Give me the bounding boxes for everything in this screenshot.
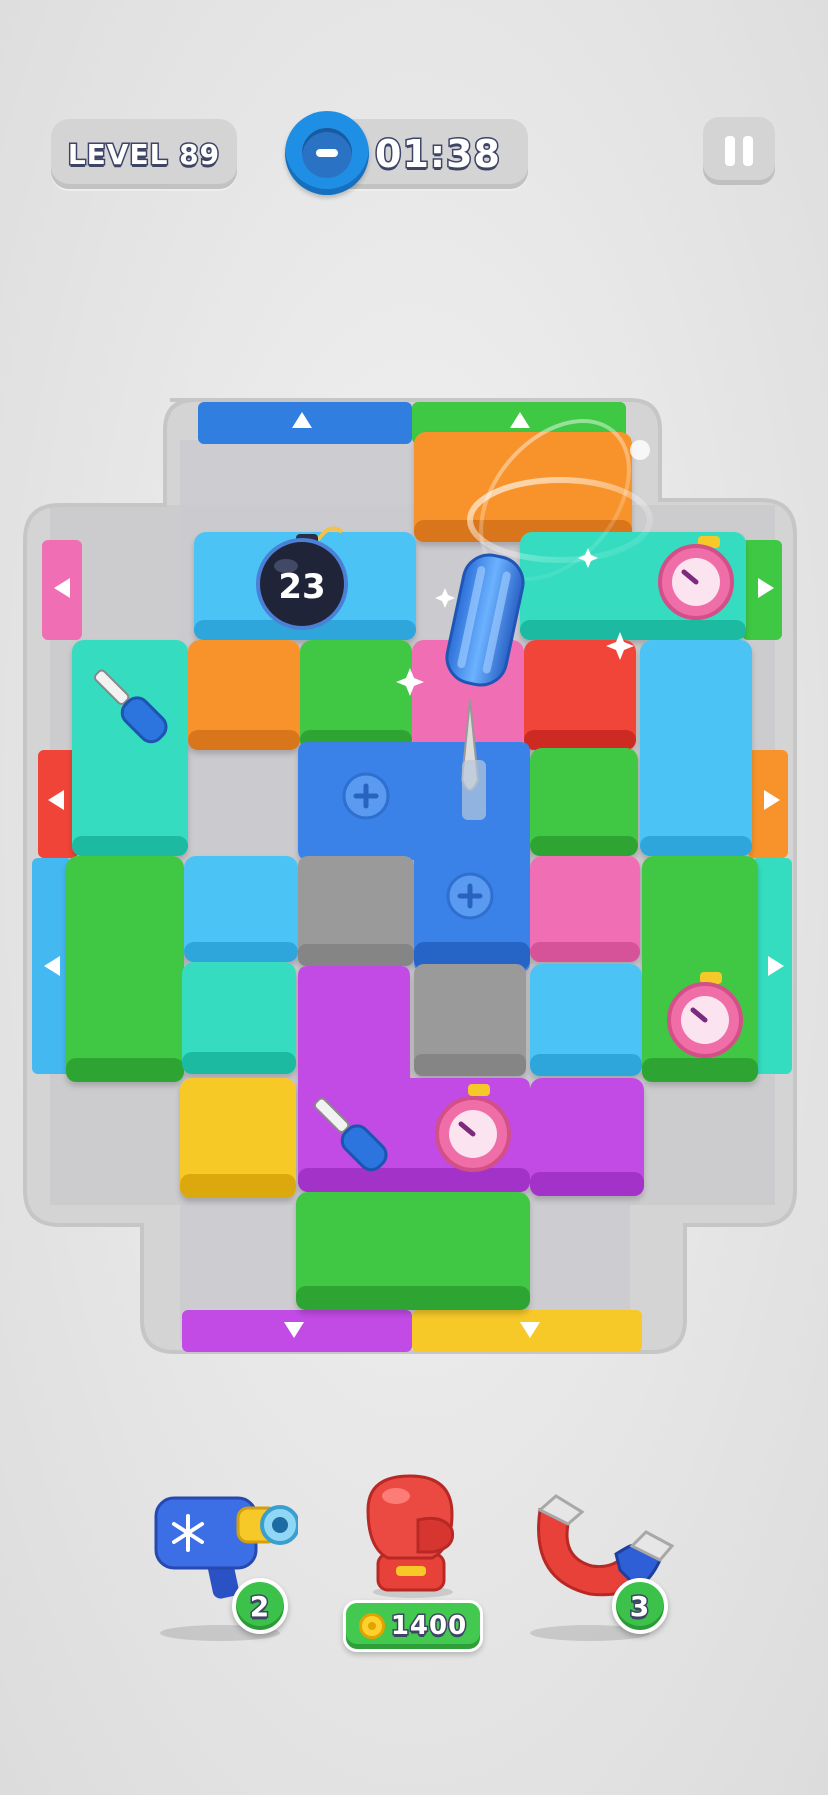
block-sky-right[interactable]	[640, 640, 752, 856]
exit-right-orange	[748, 750, 788, 858]
coin-icon	[358, 1613, 385, 1639]
block-gray-upper	[298, 856, 414, 966]
block-sky-lower[interactable]	[530, 964, 642, 1076]
block-sky-small[interactable]	[184, 856, 298, 962]
block-pink-right[interactable]	[530, 856, 640, 962]
freeze-gun-booster[interactable]: 2	[148, 1468, 300, 1634]
block-orange-small[interactable]	[188, 640, 300, 750]
block-gray-lower	[414, 964, 526, 1076]
freeze-count-badge: 2	[232, 1578, 288, 1634]
block-teal-left[interactable]	[72, 640, 188, 856]
bomb-counter: 23	[278, 567, 325, 607]
block-purple-small[interactable]	[530, 1078, 644, 1196]
block-green-left[interactable]	[66, 856, 184, 1082]
exit-top-blue	[198, 402, 412, 444]
exit-bottom-yellow	[412, 1310, 642, 1352]
screw-head-icon	[342, 772, 390, 820]
block-green-bottom[interactable]	[296, 1192, 530, 1310]
block-green-small[interactable]	[300, 640, 412, 750]
boxing-glove-booster[interactable]	[348, 1470, 478, 1600]
exit-bottom-purple	[182, 1310, 412, 1352]
magnet-booster[interactable]: 3	[520, 1470, 680, 1634]
exit-left-pink	[42, 540, 82, 640]
block-yellow[interactable]	[180, 1078, 296, 1198]
exit-right-green	[742, 540, 782, 640]
boxing-glove-icon	[366, 1474, 455, 1598]
magnet-count-badge: 3	[612, 1578, 668, 1634]
block-green-mid[interactable]	[530, 748, 638, 856]
block-teal-small[interactable]	[182, 962, 296, 1074]
screw-head-icon	[446, 872, 494, 920]
glove-price-button[interactable]: 1400	[343, 1600, 483, 1652]
